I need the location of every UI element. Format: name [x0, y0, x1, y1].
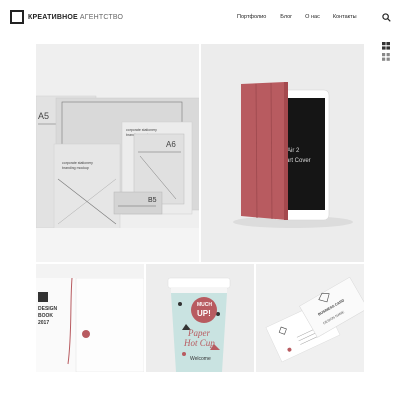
a6-label: A6: [166, 140, 176, 149]
logo[interactable]: КРЕАТИВНОЕ АГЕНТСТВО: [10, 10, 123, 24]
notebook-mockup-image: DESIGN BOOK 2017: [36, 264, 144, 372]
notebook-line1: DESIGN: [38, 306, 58, 312]
stationery-mockup-image: A5 corporate stationery branding mockup …: [36, 44, 199, 262]
tablet-line1: Air 2: [287, 148, 300, 154]
card-left-line1: corporate stationery: [62, 161, 93, 165]
nav-item-blog[interactable]: Блог: [280, 14, 292, 20]
a5-label: A5: [38, 111, 49, 121]
view-toggle: [382, 42, 390, 64]
card-right-line1: corporate stationery: [126, 128, 157, 132]
notebook-line3: 2017: [38, 320, 49, 326]
cup-line1: Paper: [187, 328, 210, 338]
grid-view-icon[interactable]: [382, 53, 390, 61]
main-nav: Портфолио Блог О нас Контакты: [237, 14, 357, 20]
card-left-line2: branding mockup: [62, 166, 89, 170]
smart-cover-mockup-image: Air 2 mart Cover: [201, 44, 364, 262]
nav-item-about[interactable]: О нас: [305, 14, 320, 20]
portfolio-item-smart-cover[interactable]: Air 2 mart Cover: [201, 44, 364, 262]
search-icon[interactable]: [382, 13, 391, 22]
portfolio-item-stationery[interactable]: A5 corporate stationery branding mockup …: [36, 44, 199, 262]
cup-welcome: Welcome: [190, 356, 211, 362]
portfolio-item-notebook[interactable]: DESIGN BOOK 2017: [36, 264, 144, 372]
paper-cup-mockup-image: MUCH UP! Paper Hot Cup Welcome: [146, 264, 254, 372]
list-view-icon[interactable]: [382, 42, 390, 50]
portfolio-item-paper-cup[interactable]: MUCH UP! Paper Hot Cup Welcome: [146, 264, 254, 372]
logo-mark-icon: [10, 10, 24, 24]
cup-badge-top: MUCH: [197, 302, 212, 308]
nav-item-portfolio[interactable]: Портфолио: [237, 14, 266, 20]
logo-text-bold: КРЕАТИВНОЕ: [28, 13, 78, 21]
notebook-line2: BOOK: [38, 313, 53, 319]
business-cards-mockup-image: BUSINESS CARD DESIGN NAME: [256, 264, 364, 372]
portfolio-item-business-cards[interactable]: BUSINESS CARD DESIGN NAME: [256, 264, 364, 372]
nav-item-contacts[interactable]: Контакты: [333, 14, 357, 20]
cup-line2: Hot Cup: [183, 338, 215, 348]
b5-label: B5: [148, 197, 157, 204]
cup-badge-up: UP!: [197, 309, 211, 318]
site-header: КРЕАТИВНОЕ АГЕНТСТВО Портфолио Блог О на…: [0, 0, 400, 40]
logo-text-light: АГЕНТСТВО: [79, 13, 124, 21]
